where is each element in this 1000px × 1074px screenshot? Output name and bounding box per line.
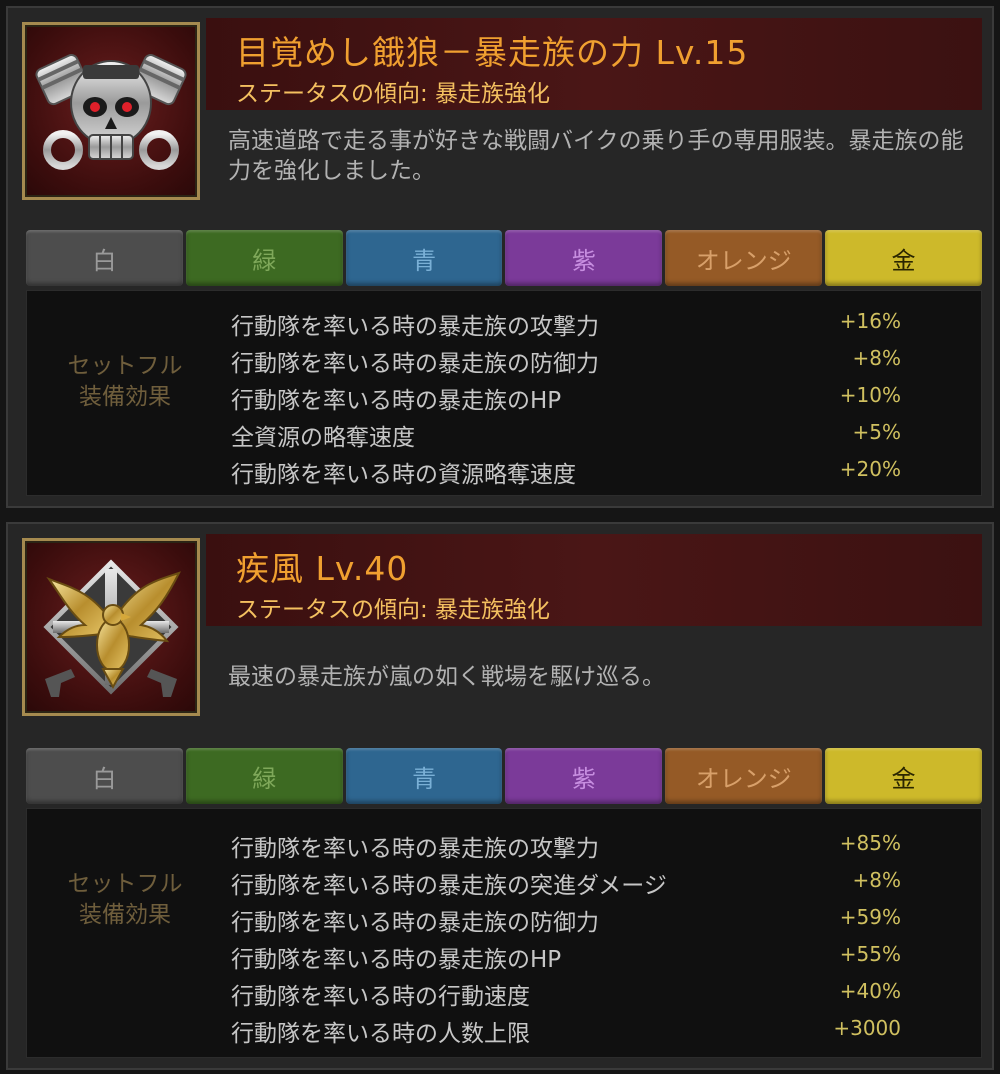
effect-row: 行動隊を率いる時の暴走族の突進ダメージ +8% [231, 864, 901, 901]
effect-name: 行動隊を率いる時の暴走族の攻撃力 [231, 314, 599, 340]
effect-row: 行動隊を率いる時の暴走族の攻撃力 +16% [231, 305, 901, 342]
set-effects-label: セットフル 装備効果 [35, 869, 215, 931]
effects-list: 行動隊を率いる時の暴走族の攻撃力 +16% 行動隊を率いる時の暴走族の防御力 +… [231, 305, 901, 490]
title-banner: 目覚めし餓狼－暴走族の力 Lv.15 ステータスの傾向: 暴走族強化 [206, 18, 982, 110]
effect-name: 全資源の略奪速度 [231, 425, 415, 451]
effect-value: +8% [852, 868, 902, 892]
set-effects-panel: セットフル 装備効果 行動隊を率いる時の暴走族の攻撃力 +85% 行動隊を率いる… [26, 808, 982, 1058]
effect-name: 行動隊を率いる時の暴走族の防御力 [231, 351, 599, 377]
effect-value: +20% [839, 457, 901, 481]
tier-green[interactable]: 緑 [185, 230, 343, 286]
effect-name: 行動隊を率いる時の暴走族のHP [231, 388, 562, 414]
effect-row: 行動隊を率いる時の暴走族のHP +55% [231, 938, 901, 975]
skull-pistons-icon [35, 54, 187, 170]
effect-row: 行動隊を率いる時の暴走族の攻撃力 +85% [231, 827, 901, 864]
effect-value: +5% [852, 420, 902, 444]
set-effects-label: セットフル 装備効果 [35, 351, 215, 413]
effect-value: +55% [839, 942, 901, 966]
item-description: 高速道路で走る事が好きな戦闘バイクの乗り手の専用服装。暴走族の能力を強化しました… [228, 128, 964, 184]
effect-value: +3000 [833, 1016, 901, 1040]
effects-list: 行動隊を率いる時の暴走族の攻撃力 +85% 行動隊を率いる時の暴走族の突進ダメー… [231, 827, 901, 1049]
tier-blue[interactable]: 青 [345, 748, 503, 804]
item-title: 疾風 Lv.40 [236, 549, 409, 588]
item-card-gale: 疾風 Lv.40 ステータスの傾向: 暴走族強化 最速の暴走族が嵐の如く戦場を駆… [6, 522, 994, 1070]
set-effects-label-line1: セットフル [67, 871, 183, 897]
effect-row: 行動隊を率いる時の暴走族の防御力 +59% [231, 901, 901, 938]
tier-blue[interactable]: 青 [345, 230, 503, 286]
effect-row: 行動隊を率いる時の暴走族の防御力 +8% [231, 342, 901, 379]
tier-orange[interactable]: オレンジ [665, 230, 823, 286]
effect-name: 行動隊を率いる時の行動速度 [231, 984, 530, 1010]
effect-row: 行動隊を率いる時の暴走族のHP +10% [231, 379, 901, 416]
effect-name: 行動隊を率いる時の暴走族の突進ダメージ [231, 873, 667, 899]
tier-gold[interactable]: 金 [825, 748, 982, 804]
tier-orange[interactable]: オレンジ [665, 748, 823, 804]
status-trend: ステータスの傾向: 暴走族強化 [236, 81, 551, 107]
effect-value: +10% [839, 383, 901, 407]
effect-row: 行動隊を率いる時の行動速度 +40% [231, 975, 901, 1012]
effect-value: +40% [839, 979, 901, 1003]
item-title: 目覚めし餓狼－暴走族の力 Lv.15 [236, 33, 749, 72]
set-effects-label-line2: 装備効果 [79, 902, 171, 928]
title-banner: 疾風 Lv.40 ステータスの傾向: 暴走族強化 [206, 534, 982, 626]
item-portrait [22, 22, 200, 200]
effect-name: 行動隊を率いる時の暴走族のHP [231, 947, 562, 973]
tier-gold[interactable]: 金 [825, 230, 982, 286]
tier-purple[interactable]: 紫 [505, 230, 663, 286]
set-effects-label-line1: セットフル [67, 353, 183, 379]
effect-value: +8% [852, 346, 902, 370]
item-portrait [22, 538, 200, 716]
tier-white[interactable]: 白 [26, 230, 183, 286]
tier-green[interactable]: 緑 [185, 748, 343, 804]
rarity-tier-row: 白 緑 青 紫 オレンジ 金 [26, 748, 982, 804]
tier-purple[interactable]: 紫 [505, 748, 663, 804]
effect-row: 行動隊を率いる時の資源略奪速度 +20% [231, 453, 901, 490]
tier-white[interactable]: 白 [26, 748, 183, 804]
set-effects-panel: セットフル 装備効果 行動隊を率いる時の暴走族の攻撃力 +16% 行動隊を率いる… [26, 290, 982, 496]
item-description: 最速の暴走族が嵐の如く戦場を駆け巡る。 [228, 664, 665, 690]
item-card-mad-wolf: 目覚めし餓狼－暴走族の力 Lv.15 ステータスの傾向: 暴走族強化 高速道路で… [6, 6, 994, 508]
effect-value: +16% [839, 309, 901, 333]
effect-name: 行動隊を率いる時の資源略奪速度 [231, 462, 576, 488]
effect-row: 全資源の略奪速度 +5% [231, 416, 901, 453]
effect-value: +85% [839, 831, 901, 855]
effect-name: 行動隊を率いる時の人数上限 [231, 1021, 530, 1047]
eagle-emblem-icon [43, 559, 181, 697]
effect-name: 行動隊を率いる時の暴走族の防御力 [231, 910, 599, 936]
effect-row: 行動隊を率いる時の人数上限 +3000 [231, 1012, 901, 1049]
status-trend: ステータスの傾向: 暴走族強化 [236, 597, 551, 623]
set-effects-label-line2: 装備効果 [79, 384, 171, 410]
rarity-tier-row: 白 緑 青 紫 オレンジ 金 [26, 230, 982, 286]
effect-value: +59% [839, 905, 901, 929]
effect-name: 行動隊を率いる時の暴走族の攻撃力 [231, 836, 599, 862]
